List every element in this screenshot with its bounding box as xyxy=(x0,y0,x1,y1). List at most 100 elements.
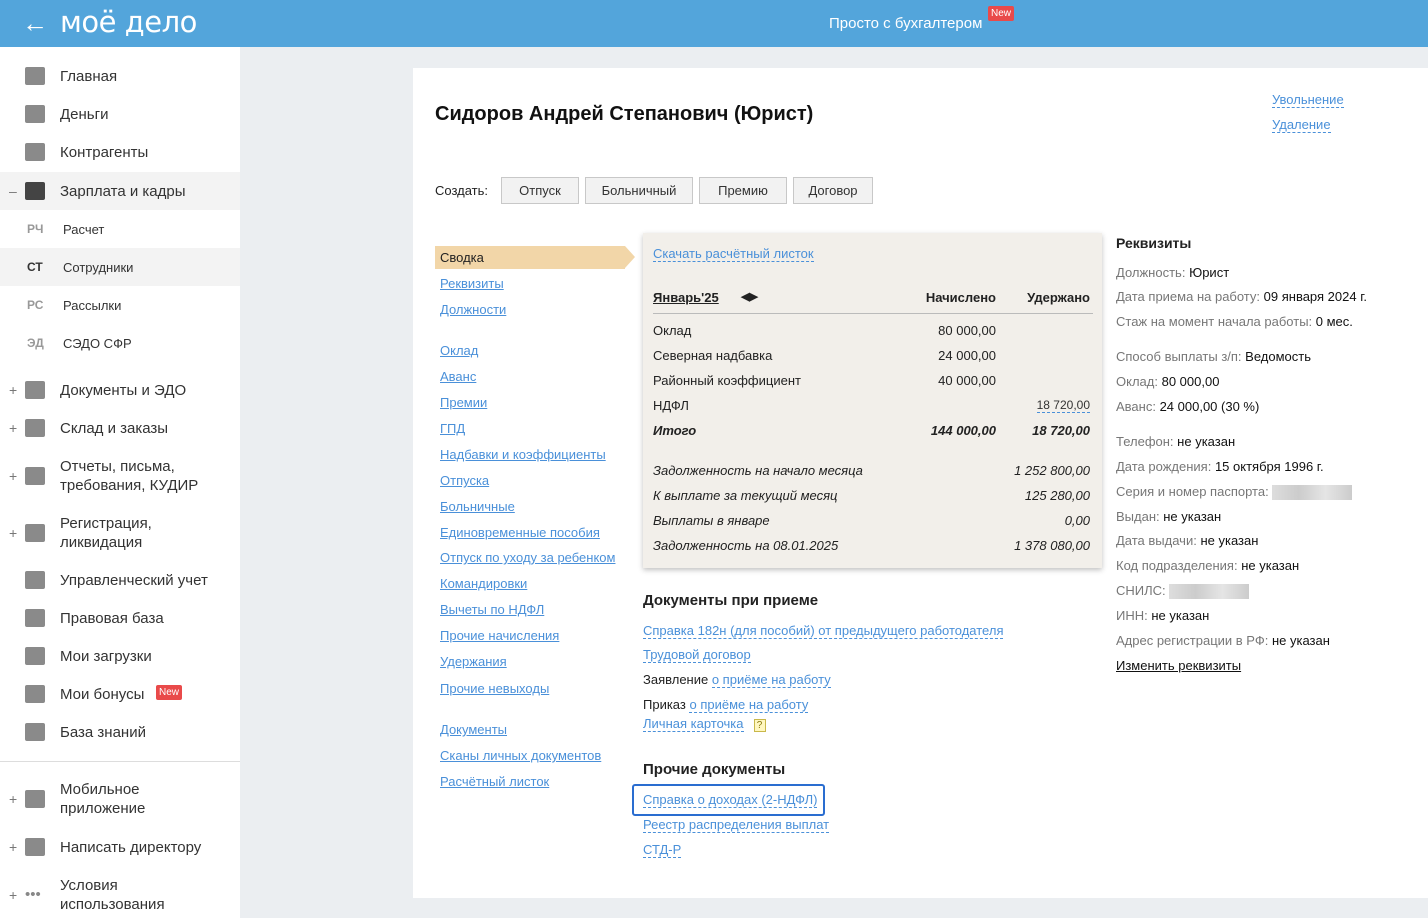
nav-link[interactable]: Расчётный листок xyxy=(440,774,549,789)
help-icon[interactable]: ? xyxy=(753,719,766,732)
expand-icon[interactable]: + xyxy=(9,382,17,398)
sidebar-item-knowledge[interactable]: База знаний xyxy=(0,722,240,742)
nav-link[interactable]: Премии xyxy=(440,395,487,410)
ref-182n-link[interactable]: Справка 182н (для пособий) от предыдущег… xyxy=(643,623,1004,639)
create-contract-button[interactable]: Договор xyxy=(793,177,873,204)
table-row: Районный коэффициент 40 000,00 xyxy=(653,373,996,388)
create-bonus-button[interactable]: Премию xyxy=(699,177,787,204)
order-link[interactable]: о приёме на работу xyxy=(689,697,809,713)
nav-link[interactable]: Должности xyxy=(440,302,506,317)
nav-link[interactable]: ГПД xyxy=(440,421,465,436)
labor-contract-link[interactable]: Трудовой договор xyxy=(643,647,751,663)
application-link[interactable]: о приёме на работу xyxy=(711,672,831,688)
nav-link[interactable]: Аванс xyxy=(440,369,476,384)
sidebar-item-reports[interactable]: + Отчеты, письма, требования, КУДИР xyxy=(0,457,240,495)
std-r-link[interactable]: СТД-Р xyxy=(643,842,682,858)
debt-row: К выплате за текущий месяц 125 280,00 xyxy=(653,488,1090,503)
col-withheld: Удержано xyxy=(1027,290,1090,305)
requisites-title: Реквизиты xyxy=(1116,235,1192,251)
promo-link[interactable]: Просто с бухгалтером xyxy=(829,15,982,32)
report-icon xyxy=(25,467,45,485)
nav-link[interactable]: Единовременные пособия xyxy=(440,525,600,540)
payments-registry-link[interactable]: Реестр распределения выплат xyxy=(643,817,830,833)
sidebar-item-management[interactable]: Управленческий учет xyxy=(0,570,240,590)
nav-link[interactable]: Командировки xyxy=(440,576,527,591)
ndfl-link[interactable]: 18 720,00 xyxy=(1036,398,1090,413)
application-label: Заявление xyxy=(643,672,709,687)
nav-link[interactable]: Оклад xyxy=(440,343,478,358)
download-payslip-link[interactable]: Скачать расчётный листок xyxy=(653,246,814,262)
expand-icon[interactable]: + xyxy=(9,791,17,807)
debt-row: Выплаты в январе 0,00 xyxy=(653,513,1090,528)
field-value: 24 000,00 (30 %) xyxy=(1159,399,1260,414)
expand-icon[interactable]: + xyxy=(9,839,17,855)
personal-card-link[interactable]: Личная карточка xyxy=(643,716,744,732)
wallet-icon xyxy=(25,182,45,200)
requisite-field: Дата приема на работу: 09 января 2024 г. xyxy=(1116,289,1367,304)
next-arrow-icon[interactable]: ▶ xyxy=(749,291,757,303)
field-label: Должность: xyxy=(1116,265,1186,280)
nav-link[interactable]: Сканы личных документов xyxy=(440,748,601,763)
sidebar-sub-employees[interactable]: СТ Сотрудники xyxy=(0,248,240,286)
folder-icon xyxy=(25,381,45,399)
expand-icon[interactable]: + xyxy=(9,420,17,436)
logo[interactable]: моё дело xyxy=(60,5,197,39)
back-arrow-icon[interactable]: ← xyxy=(22,8,48,39)
sidebar-item-warehouse[interactable]: + Склад и заказы xyxy=(0,418,240,438)
sidebar-item-documents[interactable]: + Документы и ЭДО xyxy=(0,380,240,400)
create-sick-leave-button[interactable]: Больничный xyxy=(585,177,693,204)
chat-icon xyxy=(25,838,45,856)
nav-link[interactable]: Прочие начисления xyxy=(440,628,559,643)
sidebar-sub-mailings[interactable]: РС Рассылки xyxy=(0,286,240,324)
sidebar-item-bonuses[interactable]: Мои бонусы New xyxy=(0,684,240,704)
nav-link[interactable]: Надбавки и коэффициенты xyxy=(440,447,606,462)
nav-link[interactable]: Отпуск по уходу за ребенком xyxy=(440,550,615,565)
delete-link[interactable]: Удаление xyxy=(1272,117,1331,133)
more-icon: ••• xyxy=(25,886,41,903)
sidebar-item-money[interactable]: Деньги xyxy=(0,104,240,124)
sidebar-item-write-director[interactable]: + Написать директору xyxy=(0,837,240,857)
requisite-field: Оклад: 80 000,00 xyxy=(1116,374,1219,389)
period-link[interactable]: Январь'25 xyxy=(653,290,719,305)
sidebar-item-uploads[interactable]: Мои загрузки xyxy=(0,646,240,666)
ruble-icon xyxy=(25,571,45,589)
graduation-cap-icon xyxy=(25,723,45,741)
expand-icon[interactable]: + xyxy=(9,887,17,903)
sidebar-sub-sedo[interactable]: ЭД СЭДО СФР xyxy=(0,324,240,362)
field-value: Юрист xyxy=(1189,265,1230,280)
create-label: Создать: xyxy=(435,183,489,198)
sidebar-sub-payroll[interactable]: РЧ Расчет xyxy=(0,210,240,248)
sidebar-item-home[interactable]: Главная xyxy=(0,66,240,86)
requisite-field: Серия и номер паспорта: xyxy=(1116,484,1353,501)
sidebar-item-mobile[interactable]: + Мобильное приложение xyxy=(0,780,240,818)
nav-link[interactable]: Удержания xyxy=(440,654,507,669)
nav-link[interactable]: Документы xyxy=(440,722,507,737)
nav-link[interactable]: Больничные xyxy=(440,499,515,514)
collapse-icon[interactable]: – xyxy=(9,183,17,199)
sidebar-item-registration[interactable]: + Регистрация, ликвидация xyxy=(0,514,240,552)
period-arrows[interactable]: ◀▶ xyxy=(741,290,758,303)
income-certificate-link[interactable]: Справка о доходах (2-НДФЛ) xyxy=(643,792,818,808)
nav-link[interactable]: Вычеты по НДФЛ xyxy=(440,602,544,617)
requisite-field: Аванс: 24 000,00 (30 %) xyxy=(1116,399,1259,414)
nav-summary[interactable]: Сводка xyxy=(435,246,635,269)
field-label: Дата выдачи: xyxy=(1116,533,1197,548)
edit-requisites-link[interactable]: Изменить реквизиты xyxy=(1116,658,1241,673)
summary-header: Январь'25 ◀▶ Начислено Удержано xyxy=(653,290,1090,305)
sidebar-item-salary[interactable]: – Зарплата и кадры xyxy=(0,172,240,210)
field-value: не указан xyxy=(1163,509,1222,524)
expand-icon[interactable]: + xyxy=(9,468,17,484)
sidebar-item-terms[interactable]: + ••• Условия использования xyxy=(0,876,240,914)
nav-link[interactable]: Отпуска xyxy=(440,473,489,488)
nav-link[interactable]: Прочие невыходы xyxy=(440,681,549,696)
sidebar-item-legal[interactable]: Правовая база xyxy=(0,608,240,628)
field-value: не указан xyxy=(1177,434,1236,449)
phone-icon xyxy=(25,790,45,808)
nav-link[interactable]: Реквизиты xyxy=(440,276,504,291)
field-label: Выдан: xyxy=(1116,509,1160,524)
create-vacation-button[interactable]: Отпуск xyxy=(501,177,579,204)
table-row: Северная надбавка 24 000,00 xyxy=(653,348,996,363)
dismiss-link[interactable]: Увольнение xyxy=(1272,92,1344,108)
expand-icon[interactable]: + xyxy=(9,525,17,541)
sidebar-item-contractors[interactable]: Контрагенты xyxy=(0,142,240,162)
